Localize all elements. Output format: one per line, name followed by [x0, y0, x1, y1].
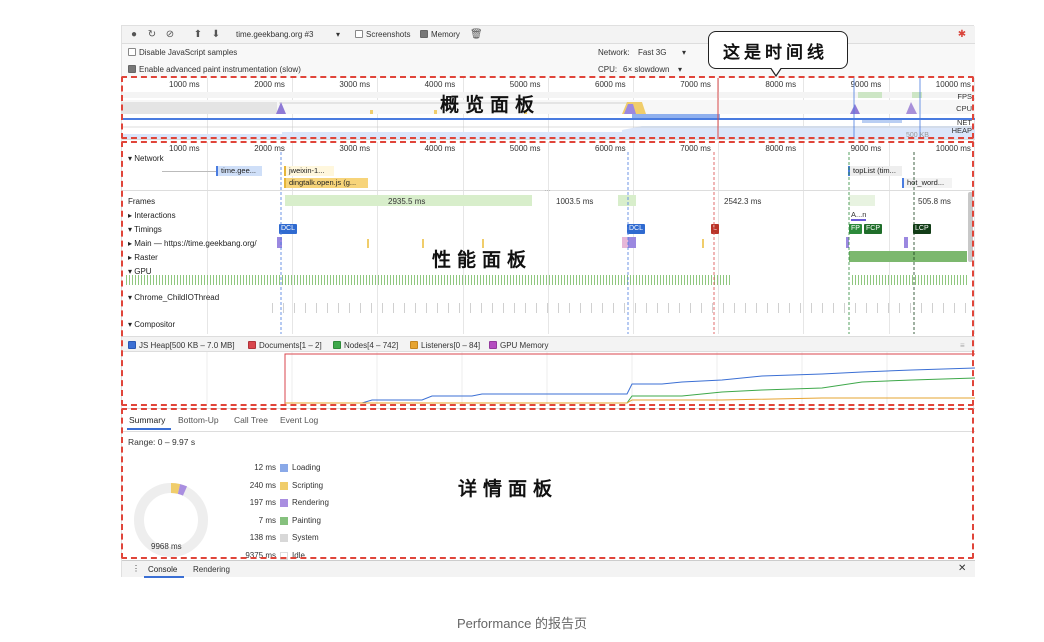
- drawer-menu-icon[interactable]: ⋮: [132, 564, 140, 573]
- close-icon[interactable]: ✕: [958, 563, 966, 574]
- disable-js-samples-label: Disable JavaScript samples: [139, 48, 238, 57]
- advanced-paint-label: Enable advanced paint instrumentation (s…: [139, 65, 301, 74]
- memory-label: Memory: [431, 30, 460, 39]
- record-icon[interactable]: ●: [128, 29, 140, 41]
- cpu-throttle-select[interactable]: 6× slowdown: [623, 65, 669, 74]
- cpu-throttle-label: CPU:: [598, 65, 618, 74]
- drawer-bar: ⋮ Console Rendering ✕: [122, 560, 975, 578]
- active-drawer-tab-indicator: [144, 576, 184, 578]
- profile-select[interactable]: time.geekbang.org #3: [236, 30, 313, 39]
- trash-icon[interactable]: 🗑: [470, 29, 483, 41]
- tab-rendering[interactable]: Rendering: [193, 565, 230, 574]
- disable-js-samples-checkbox[interactable]: Disable JavaScript samples: [128, 48, 237, 57]
- timeline-callout: 这是时间线: [708, 31, 848, 69]
- figure-caption: Performance 的报告页: [456, 616, 588, 631]
- network-throttle-select[interactable]: Fast 3G: [638, 48, 666, 57]
- chevron-down-icon[interactable]: ▾: [682, 48, 686, 57]
- chevron-down-icon[interactable]: ▾: [678, 65, 682, 74]
- reload-icon[interactable]: ↻: [146, 29, 158, 41]
- tab-console[interactable]: Console: [148, 565, 177, 574]
- clear-icon[interactable]: ⊘: [164, 29, 176, 41]
- gear-icon[interactable]: ✱: [956, 29, 968, 41]
- timeline-callout-label: 这是时间线: [723, 43, 828, 63]
- upload-icon[interactable]: ⬆: [192, 29, 204, 41]
- overview-annotation-box: [121, 76, 974, 139]
- overview-annotation-label: 概览面板: [440, 94, 541, 116]
- download-icon[interactable]: ⬇: [210, 29, 222, 41]
- memory-checkbox[interactable]: Memory: [420, 30, 460, 39]
- details-annotation-label: 详情面板: [458, 478, 559, 500]
- screenshots-checkbox[interactable]: Screenshots: [355, 30, 410, 39]
- screenshots-label: Screenshots: [366, 30, 411, 39]
- chevron-down-icon[interactable]: ▾: [336, 30, 340, 39]
- performance-annotation-label: 性能面板: [432, 249, 533, 271]
- advanced-paint-checkbox[interactable]: Enable advanced paint instrumentation (s…: [128, 65, 301, 74]
- network-throttle-label: Network:: [598, 48, 630, 57]
- performance-annotation-box: [121, 141, 974, 406]
- callout-tail: [770, 67, 782, 77]
